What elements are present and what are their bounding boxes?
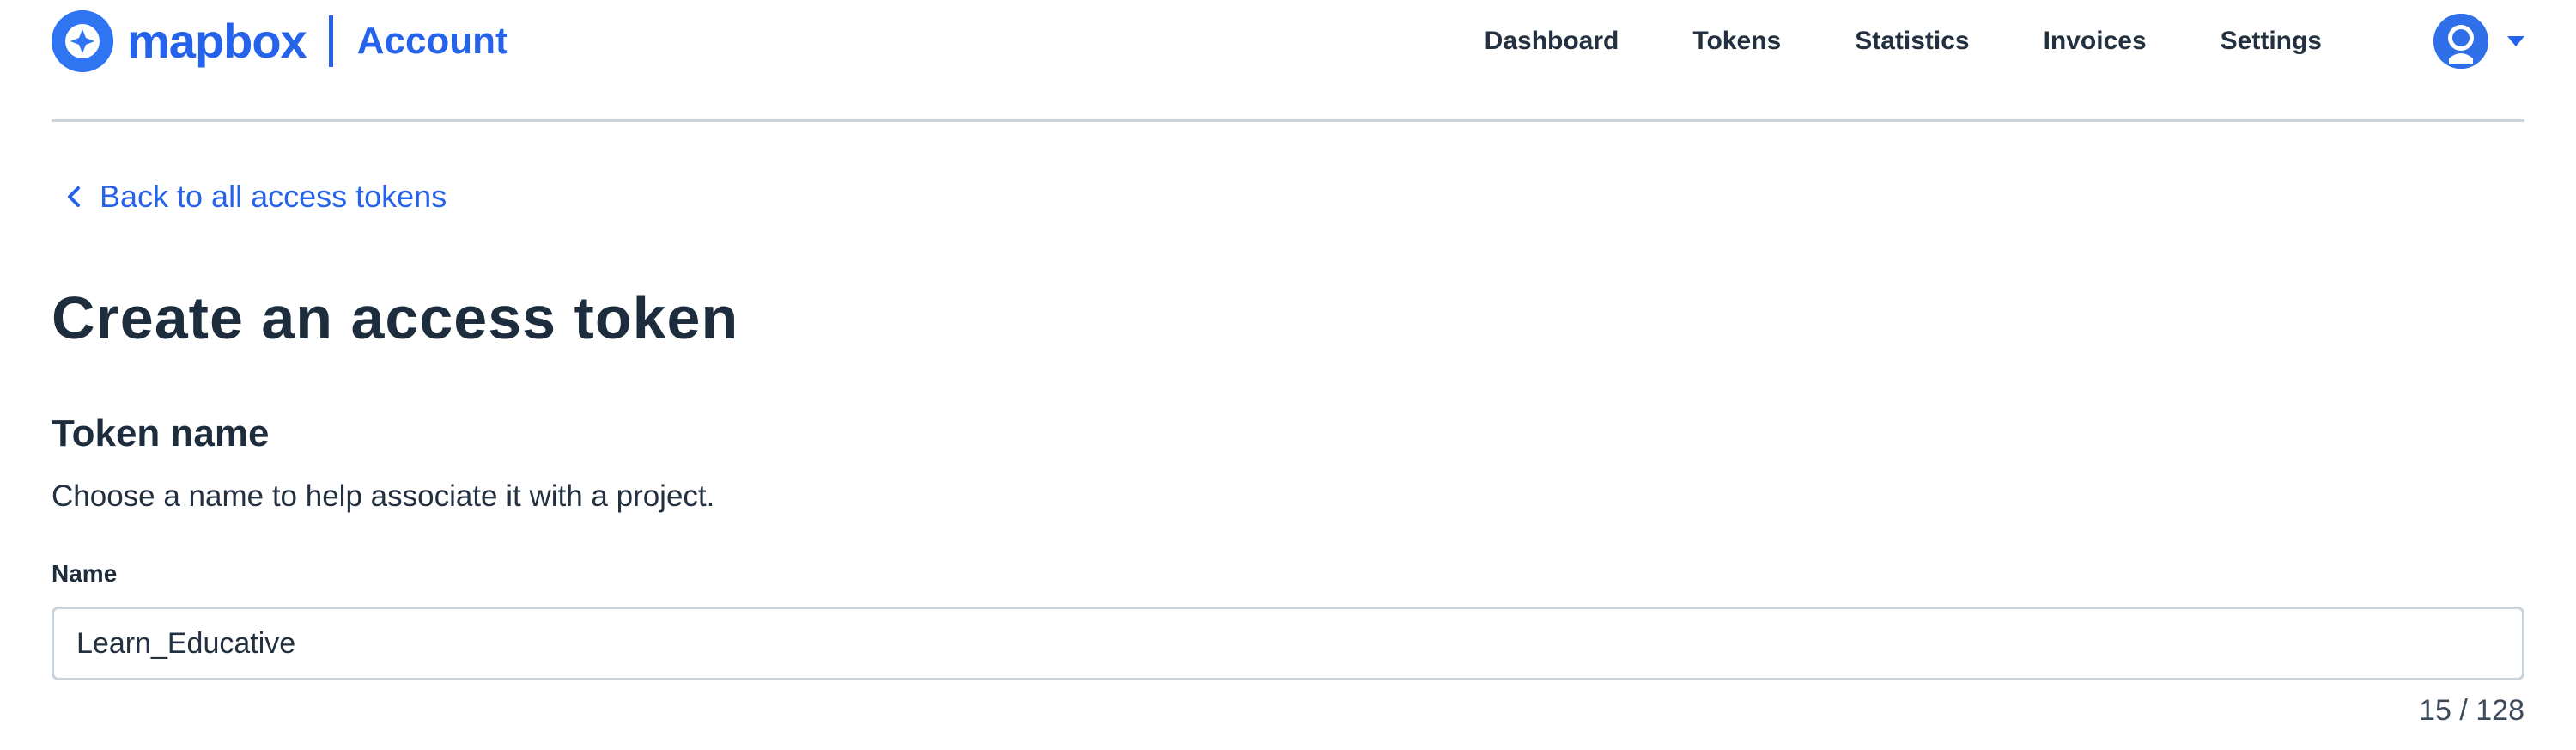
name-field-label: Name xyxy=(52,560,118,587)
nav-tokens[interactable]: Tokens xyxy=(1692,24,1781,58)
token-name-heading: Token name xyxy=(52,412,270,454)
token-name-description: Choose a name to help associate it with … xyxy=(52,479,715,513)
character-count: 15 / 128 xyxy=(2419,694,2524,727)
nav-settings[interactable]: Settings xyxy=(2221,24,2322,58)
mapbox-logo[interactable]: mapbox Account xyxy=(52,10,508,72)
caret-down-icon xyxy=(2507,36,2524,46)
logo-wordmark: mapbox xyxy=(127,14,307,68)
nav-invoices[interactable]: Invoices xyxy=(2044,24,2147,58)
nav-dashboard[interactable]: Dashboard xyxy=(1485,24,1619,58)
top-header: mapbox Account Dashboard Tokens Statisti… xyxy=(52,0,2524,122)
back-link-label: Back to all access tokens xyxy=(100,179,447,214)
page-title: Create an access token xyxy=(52,284,739,351)
token-name-input[interactable] xyxy=(52,607,2524,680)
user-avatar-icon xyxy=(2433,14,2488,69)
section-label: Account xyxy=(356,20,508,62)
user-menu[interactable] xyxy=(2433,14,2524,69)
chevron-left-icon xyxy=(68,186,80,207)
main-nav: Dashboard Tokens Statistics Invoices Set… xyxy=(1485,14,2524,69)
mapbox-logo-icon xyxy=(52,10,113,72)
nav-statistics[interactable]: Statistics xyxy=(1855,24,1969,58)
page: mapbox Account Dashboard Tokens Statisti… xyxy=(0,0,2576,750)
logo-divider xyxy=(328,15,333,67)
back-to-tokens-link[interactable]: Back to all access tokens xyxy=(64,179,447,215)
